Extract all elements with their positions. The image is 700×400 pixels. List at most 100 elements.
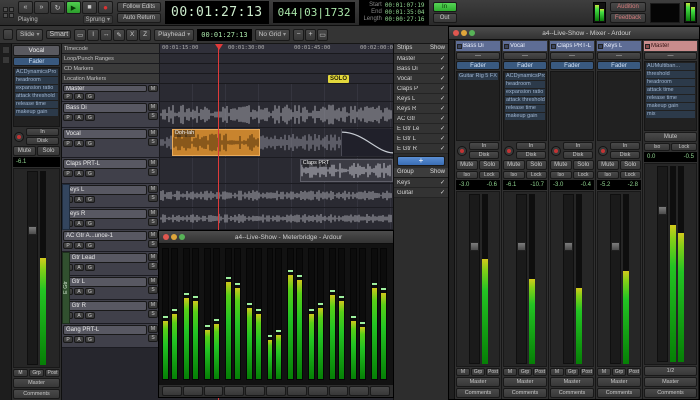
loop-punch-ruler[interactable] — [160, 54, 393, 63]
track-name-button[interactable]: Vocal — [63, 129, 147, 139]
track-name-button[interactable]: Bass Di — [63, 103, 147, 113]
cd-markers-ruler[interactable] — [160, 64, 393, 73]
track-header[interactable]: Bass Di P A G M S — [62, 102, 160, 127]
track-mute-button[interactable]: M — [148, 253, 158, 261]
editor-mixer-toggle[interactable] — [3, 29, 13, 40]
mute-button[interactable]: Mute — [597, 160, 619, 170]
meter-track-button[interactable] — [245, 386, 265, 396]
track-mute-button[interactable]: M — [148, 231, 158, 239]
strip-name-button[interactable]: Vocal — [503, 41, 547, 51]
fader-processor-button[interactable]: Fader — [597, 61, 641, 70]
track-lane[interactable]: Claps PRT — [160, 158, 393, 183]
meter-track-button[interactable] — [329, 386, 349, 396]
visible-checkbox[interactable]: ✓ — [440, 135, 445, 142]
track-mute-button[interactable]: M — [148, 103, 158, 111]
grid-mode-select[interactable]: No Grid — [255, 29, 290, 41]
fader-handle[interactable] — [517, 242, 526, 251]
mute-button[interactable]: Mute — [644, 132, 697, 142]
ruler-label-loop-punch[interactable]: Loop/Punch Ranges — [62, 54, 160, 63]
mouse-mode-icon[interactable]: I — [87, 29, 99, 41]
strip-list-item[interactable]: Keys L ✓ — [394, 94, 448, 104]
track-solo-button[interactable]: S — [148, 240, 158, 248]
playlist-button[interactable]: P — [63, 114, 73, 121]
goto-end-button[interactable]: » — [34, 1, 49, 14]
group-button[interactable]: G — [85, 336, 95, 343]
metering-point-button[interactable]: M — [503, 368, 517, 376]
automation-button[interactable]: A — [74, 336, 84, 343]
post-button[interactable]: Post — [627, 368, 641, 376]
input-button[interactable]: — — [503, 52, 547, 60]
track-name-button[interactable]: Claps PRT-L — [63, 159, 147, 169]
group-tab-keys[interactable] — [62, 184, 70, 230]
track-solo-button[interactable]: S — [148, 286, 158, 294]
audio-region[interactable]: Ooh-lah — [172, 129, 261, 156]
track-mute-button[interactable]: M — [148, 277, 158, 285]
punch-length-clock[interactable]: 00:00:27:16 — [385, 16, 425, 23]
gain-display[interactable]: 0.0 -0.5 — [644, 152, 697, 162]
comments-button[interactable]: Comments — [597, 388, 641, 398]
track-header[interactable]: E Gtr Lead P A G M S — [62, 252, 160, 275]
fader-handle[interactable] — [658, 206, 667, 215]
playhead-select[interactable]: Playhead — [154, 29, 194, 41]
solo-iso-button[interactable]: Iso — [597, 171, 619, 179]
gain-display[interactable]: -6.1 -10.7 — [503, 180, 547, 190]
metering-point-button[interactable]: M — [13, 369, 28, 377]
track-name-button[interactable]: AC Gtr A...unce-1 — [63, 231, 147, 241]
track-solo-button[interactable]: S — [148, 112, 158, 120]
visible-checkbox[interactable]: ✓ — [440, 55, 445, 62]
minimize-icon[interactable] — [461, 30, 467, 36]
solo-iso-button[interactable]: Iso — [456, 171, 478, 179]
zoom-window-icon[interactable] — [469, 30, 475, 36]
group-button[interactable]: G — [85, 288, 95, 295]
track-header[interactable]: AC Gtr A...unce-1 P A G M S — [62, 230, 160, 251]
follow-edits-button[interactable]: Follow Edits — [117, 2, 161, 12]
punch-start-clock[interactable]: 00:01:07:19 — [385, 2, 425, 9]
track-mute-button[interactable]: M — [148, 325, 158, 333]
feedback-button[interactable]: Feedback — [610, 13, 646, 23]
main-clock[interactable]: 00:01:27:13 — [165, 1, 269, 24]
track-header[interactable]: E Gtr L P A G M S — [62, 276, 160, 299]
output-button[interactable]: Master — [13, 378, 60, 388]
group-list-item[interactable]: Guitar ✓ — [394, 188, 448, 198]
processor-entry[interactable]: expansion ratio — [15, 85, 58, 92]
solo-button[interactable]: Solo — [620, 160, 642, 170]
track-name-button[interactable]: E Gtr L — [63, 277, 147, 287]
mixer-titlebar[interactable]: a4--Live-Show - Mixer - Ardour — [449, 27, 699, 40]
input-monitor-button[interactable]: In — [26, 128, 59, 136]
meter-track-button[interactable] — [266, 386, 286, 396]
input-monitor-button[interactable]: In — [563, 142, 593, 150]
gain-display[interactable]: -6.1 — [13, 157, 60, 167]
track-solo-button[interactable]: S — [148, 262, 158, 270]
track-lane[interactable] — [160, 84, 393, 101]
automation-button[interactable]: A — [74, 93, 84, 100]
group-button[interactable]: Grp — [612, 368, 626, 376]
group-button[interactable]: G — [85, 220, 95, 227]
strip-list-item[interactable]: Master ✓ — [394, 54, 448, 64]
comments-button[interactable]: Comments — [550, 388, 594, 398]
processor-entry[interactable]: attack threshold — [505, 97, 545, 104]
fader-processor-button[interactable]: Fader — [456, 61, 500, 70]
processor-box[interactable] — [597, 71, 641, 141]
window-icon-buttons[interactable] — [3, 7, 14, 18]
track-header[interactable]: Keys L P A G M S — [62, 184, 160, 207]
solo-button[interactable]: Solo — [479, 160, 501, 170]
meter-track-button[interactable] — [308, 386, 328, 396]
playlist-button[interactable]: P — [63, 93, 73, 100]
fader-handle[interactable] — [611, 242, 620, 251]
group-button[interactable]: Grp — [29, 369, 44, 377]
grab-mode-select[interactable]: Sprung — [83, 15, 113, 24]
solo-lock-button[interactable]: Lock — [479, 171, 501, 179]
mute-button[interactable]: Mute — [503, 160, 525, 170]
processor-entry[interactable]: release time — [505, 105, 545, 112]
meter-track-button[interactable] — [183, 386, 203, 396]
gain-fader[interactable] — [27, 171, 38, 365]
track-name-button[interactable]: E Gtr Lead — [63, 253, 147, 263]
processor-entry[interactable]: threshold — [646, 71, 695, 78]
track-solo-button[interactable]: S — [148, 334, 158, 342]
output-button[interactable]: Master — [456, 377, 500, 387]
record-button[interactable]: ● — [98, 1, 113, 14]
metering-point-button[interactable]: M — [597, 368, 611, 376]
solo-iso-button[interactable]: Iso — [644, 143, 670, 151]
group-button[interactable]: Grp — [565, 368, 579, 376]
track-mute-button[interactable]: M — [148, 85, 158, 92]
